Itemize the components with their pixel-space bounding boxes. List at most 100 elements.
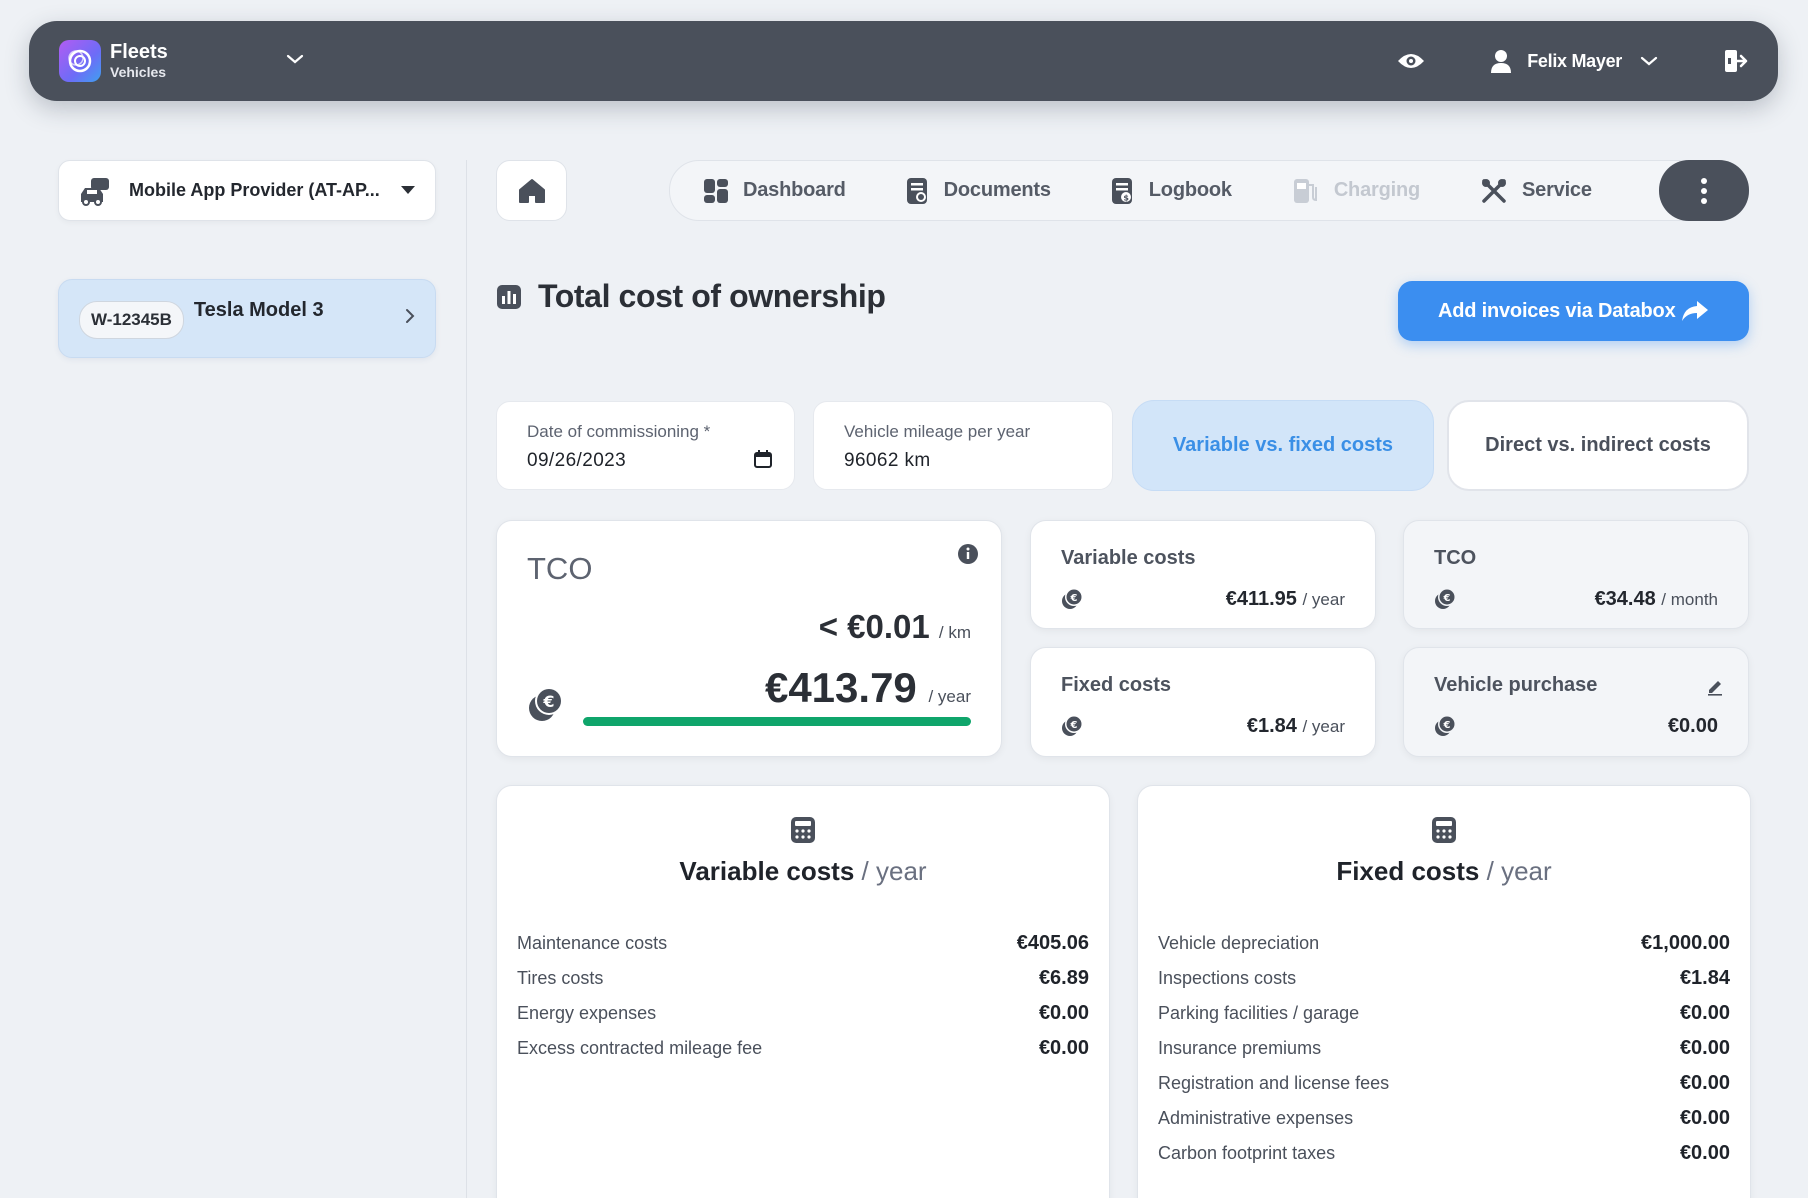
svg-text:€: € [1443, 593, 1451, 604]
tab-logbook[interactable]: $ Logbook [1111, 177, 1232, 205]
cost-label: Parking facilities / garage [1158, 1003, 1360, 1023]
cost-value: €0.00 [1038, 1037, 1089, 1059]
commissioning-date-field[interactable]: Date of commissioning * 09/26/2023 [496, 401, 795, 490]
cost-label: Vehicle depreciation [1158, 933, 1320, 953]
cost-label: Registration and license fees [1158, 1073, 1390, 1093]
chevron-down-icon[interactable] [286, 52, 304, 70]
tab-documents-label: Documents [943, 179, 1051, 201]
calendar-icon[interactable] [754, 450, 772, 473]
charging-icon [1292, 177, 1320, 205]
cost-value: €0.00 [1679, 1002, 1730, 1024]
euro-coins-icon: € [1061, 714, 1085, 743]
logbook-icon: $ [1111, 177, 1135, 205]
cost-value: €1,000.00 [1641, 932, 1730, 954]
user-icon[interactable] [1490, 49, 1512, 73]
tab-dashboard[interactable]: Dashboard [703, 178, 846, 204]
tab-charging[interactable]: Charging [1292, 177, 1420, 205]
variable-costs-heading-title: Variable costs [679, 856, 855, 886]
svg-text:€: € [542, 692, 554, 711]
cost-label: Energy expenses [517, 1003, 657, 1023]
documents-icon [906, 177, 930, 205]
caret-down-icon[interactable] [401, 182, 415, 200]
license-plate-badge: W-12345B [79, 301, 184, 339]
info-icon[interactable] [957, 543, 979, 570]
vehicle-list-item[interactable]: W-12345B Tesla Model 3 [58, 279, 436, 358]
provider-label: Mobile App Provider (AT-AP... [129, 180, 380, 200]
cost-row: Maintenance costs €405.06 [517, 926, 1089, 961]
page-header: Total cost of ownership [496, 278, 886, 315]
vertical-dots-icon [1700, 177, 1708, 205]
tco-per-year-value: €413.79 [764, 664, 917, 711]
section-tabs: Dashboard Documents $ Logbook Charging S… [669, 160, 1749, 221]
cost-label: Inspections costs [1158, 968, 1297, 988]
mileage-input[interactable]: 96062 km [844, 450, 1082, 472]
variable-costs-breakdown-card: Variable costs / year Maintenance costs €… [496, 785, 1110, 1198]
vehicle-model: Tesla Model 3 [193, 299, 324, 321]
mileage-field[interactable]: Vehicle mileage per year 96062 km [813, 401, 1113, 490]
fixed-costs-breakdown-card: Fixed costs / year Vehicle depreciation €… [1137, 785, 1751, 1198]
commissioning-date-input[interactable]: 09/26/2023 [527, 450, 764, 472]
calculator-icon [789, 816, 817, 849]
tco-progress-bar [583, 717, 971, 726]
fixed-costs-heading: Fixed costs / year [1138, 856, 1750, 887]
sidebar-divider [466, 160, 467, 1198]
cost-label: Insurance premiums [1158, 1038, 1322, 1058]
cost-label: Carbon footprint taxes [1158, 1143, 1336, 1163]
tco-month-amount: €34.48 [1594, 588, 1656, 610]
euro-coins-icon: € [1434, 587, 1458, 616]
calculator-icon [1430, 816, 1458, 849]
svg-text:€: € [1070, 593, 1078, 604]
vehicle-purchase-title: Vehicle purchase [1434, 674, 1598, 696]
svg-text:€: € [1443, 720, 1451, 731]
cost-row: Parking facilities / garage €0.00 [1158, 996, 1730, 1031]
variable-vs-fixed-toggle[interactable]: Variable vs. fixed costs [1132, 400, 1434, 491]
tco-per-km-value: < €0.01 [818, 608, 930, 645]
logout-icon[interactable] [1722, 48, 1748, 74]
add-invoices-databox-button[interactable]: Add invoices via Databox [1398, 281, 1749, 341]
variable-costs-summary-value: €411.95 / year [1226, 588, 1345, 611]
tco-per-year: €413.79 / year [765, 664, 971, 712]
cost-value: €1.84 [1679, 967, 1730, 989]
vehicle-purchase-card: Vehicle purchase € €0.00 [1403, 647, 1749, 757]
fixed-costs-summary-title: Fixed costs [1061, 674, 1172, 696]
tco-month-value: €34.48 / month [1595, 588, 1718, 611]
chevron-right-icon[interactable] [405, 308, 415, 329]
tab-service[interactable]: Service [1480, 177, 1592, 205]
euro-coins-icon: € [527, 684, 567, 729]
app-brand[interactable]: Fleets Vehicles [110, 41, 168, 81]
cost-value: €0.00 [1679, 1142, 1730, 1164]
tco-month-unit: / month [1661, 590, 1718, 609]
cost-row: Excess contracted mileage fee €0.00 [517, 1031, 1089, 1066]
fixed-costs-summary-card: Fixed costs € €1.84 / year [1030, 647, 1376, 757]
provider-select[interactable]: Mobile App Provider (AT-AP... [58, 160, 436, 221]
cost-value: €0.00 [1679, 1072, 1730, 1094]
fixed-costs-list: Vehicle depreciation €1,000.00 Inspection… [1158, 926, 1730, 1171]
more-options-button[interactable] [1659, 160, 1749, 221]
tco-per-year-unit: / year [928, 687, 971, 706]
tco-card-title: TCO [527, 551, 593, 586]
tco-per-km-unit: / km [938, 623, 971, 642]
direct-vs-indirect-toggle[interactable]: Direct vs. indirect costs [1447, 400, 1749, 491]
tco-month-card: TCO € €34.48 / month [1403, 520, 1749, 629]
commissioning-date-label: Date of commissioning * [527, 422, 711, 441]
cost-value: €0.00 [1038, 1002, 1089, 1024]
variable-costs-unit: / year [1302, 590, 1345, 609]
tab-documents[interactable]: Documents [906, 177, 1051, 205]
vehicle-purchase-value: €0.00 [1667, 715, 1718, 737]
edit-icon[interactable] [1706, 678, 1724, 701]
fixed-costs-heading-unit: / year [1486, 856, 1552, 886]
cost-row: Administrative expenses €0.00 [1158, 1101, 1730, 1136]
eye-icon[interactable] [1396, 51, 1426, 71]
cost-value: €0.00 [1679, 1037, 1730, 1059]
cost-value: €0.00 [1679, 1107, 1730, 1129]
cost-label: Administrative expenses [1158, 1108, 1354, 1128]
variable-costs-list: Maintenance costs €405.06 Tires costs €6.8… [517, 926, 1089, 1066]
home-button[interactable] [496, 160, 567, 221]
cost-row: Vehicle depreciation €1,000.00 [1158, 926, 1730, 961]
user-menu-chevron-icon[interactable] [1640, 55, 1658, 67]
app-name: Fleets [110, 41, 168, 63]
cost-row: Insurance premiums €0.00 [1158, 1031, 1730, 1066]
variable-costs-heading-unit: / year [861, 856, 927, 886]
fleets-logo-icon[interactable] [59, 40, 101, 82]
user-name[interactable]: Felix Mayer [1527, 51, 1622, 72]
